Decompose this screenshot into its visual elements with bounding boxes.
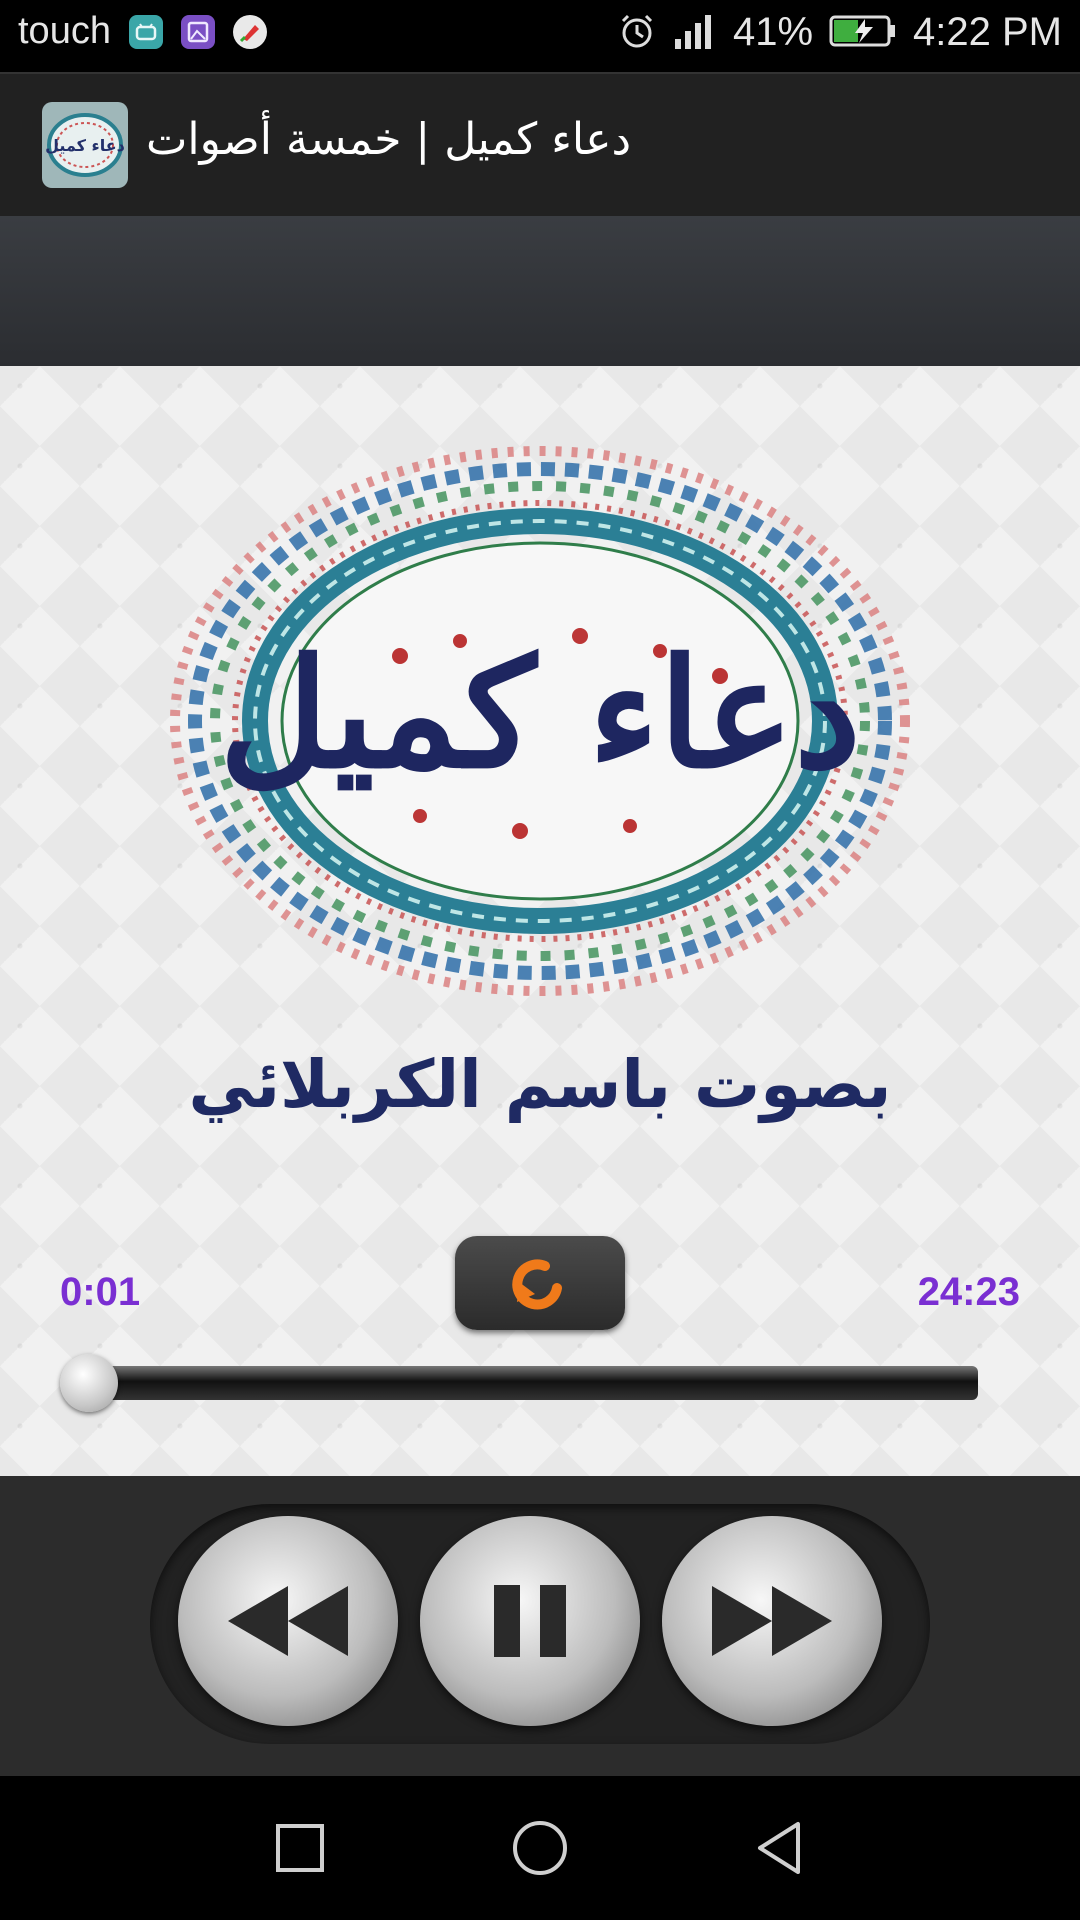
home-icon[interactable] xyxy=(508,1816,572,1880)
artwork-title: دعاء كميل xyxy=(219,626,861,802)
app-bar: دعاء كميل دعاء كميل | خمسة أصوات xyxy=(0,72,1080,218)
fast-forward-button[interactable] xyxy=(662,1516,882,1726)
repeat-button[interactable] xyxy=(455,1236,625,1330)
player-panel: دعاء كميل بصوت باسم الكربلائي 0:01 24:23 xyxy=(0,366,1080,1476)
elapsed-time: 0:01 xyxy=(60,1270,141,1314)
image-icon xyxy=(180,14,215,49)
status-bar-right: 41% 4:22 PM xyxy=(617,10,1062,55)
rewind-icon xyxy=(228,1586,348,1656)
navigation-bar xyxy=(0,1776,1080,1920)
app-title: دعاء كميل | خمسة أصوات xyxy=(146,114,632,165)
playback-controls xyxy=(0,1476,1080,1776)
reciter-label: بصوت باسم الكربلائي xyxy=(188,1046,892,1123)
clock: 4:22 PM xyxy=(913,10,1062,54)
android-icon xyxy=(128,14,163,49)
header-band xyxy=(0,216,1080,366)
back-icon[interactable] xyxy=(748,1816,812,1880)
rewind-button[interactable] xyxy=(178,1516,398,1726)
status-bar: touch 41% 4:22 PM xyxy=(0,0,1080,72)
signal-icon xyxy=(673,11,717,55)
recents-icon[interactable] xyxy=(268,1816,332,1880)
app-logo-text: دعاء كميل xyxy=(45,136,125,155)
pause-icon xyxy=(494,1585,566,1657)
seek-bar[interactable] xyxy=(66,1366,978,1400)
app-notification-icon xyxy=(232,14,267,49)
artwork-emblem: دعاء كميل xyxy=(170,446,910,996)
battery-charging-icon xyxy=(829,11,897,55)
status-bar-left: touch xyxy=(18,10,267,53)
pause-button[interactable] xyxy=(420,1516,640,1726)
app-logo-icon[interactable]: دعاء كميل xyxy=(42,102,128,188)
alarm-icon xyxy=(617,11,657,55)
app-logo-graphic: دعاء كميل xyxy=(45,113,125,177)
total-duration: 24:23 xyxy=(917,1270,1020,1314)
battery-percent: 41% xyxy=(732,10,814,54)
seek-thumb[interactable] xyxy=(60,1354,118,1412)
fast-forward-icon xyxy=(712,1586,832,1656)
carrier-label: touch xyxy=(18,10,111,52)
repeat-icon xyxy=(512,1259,562,1310)
